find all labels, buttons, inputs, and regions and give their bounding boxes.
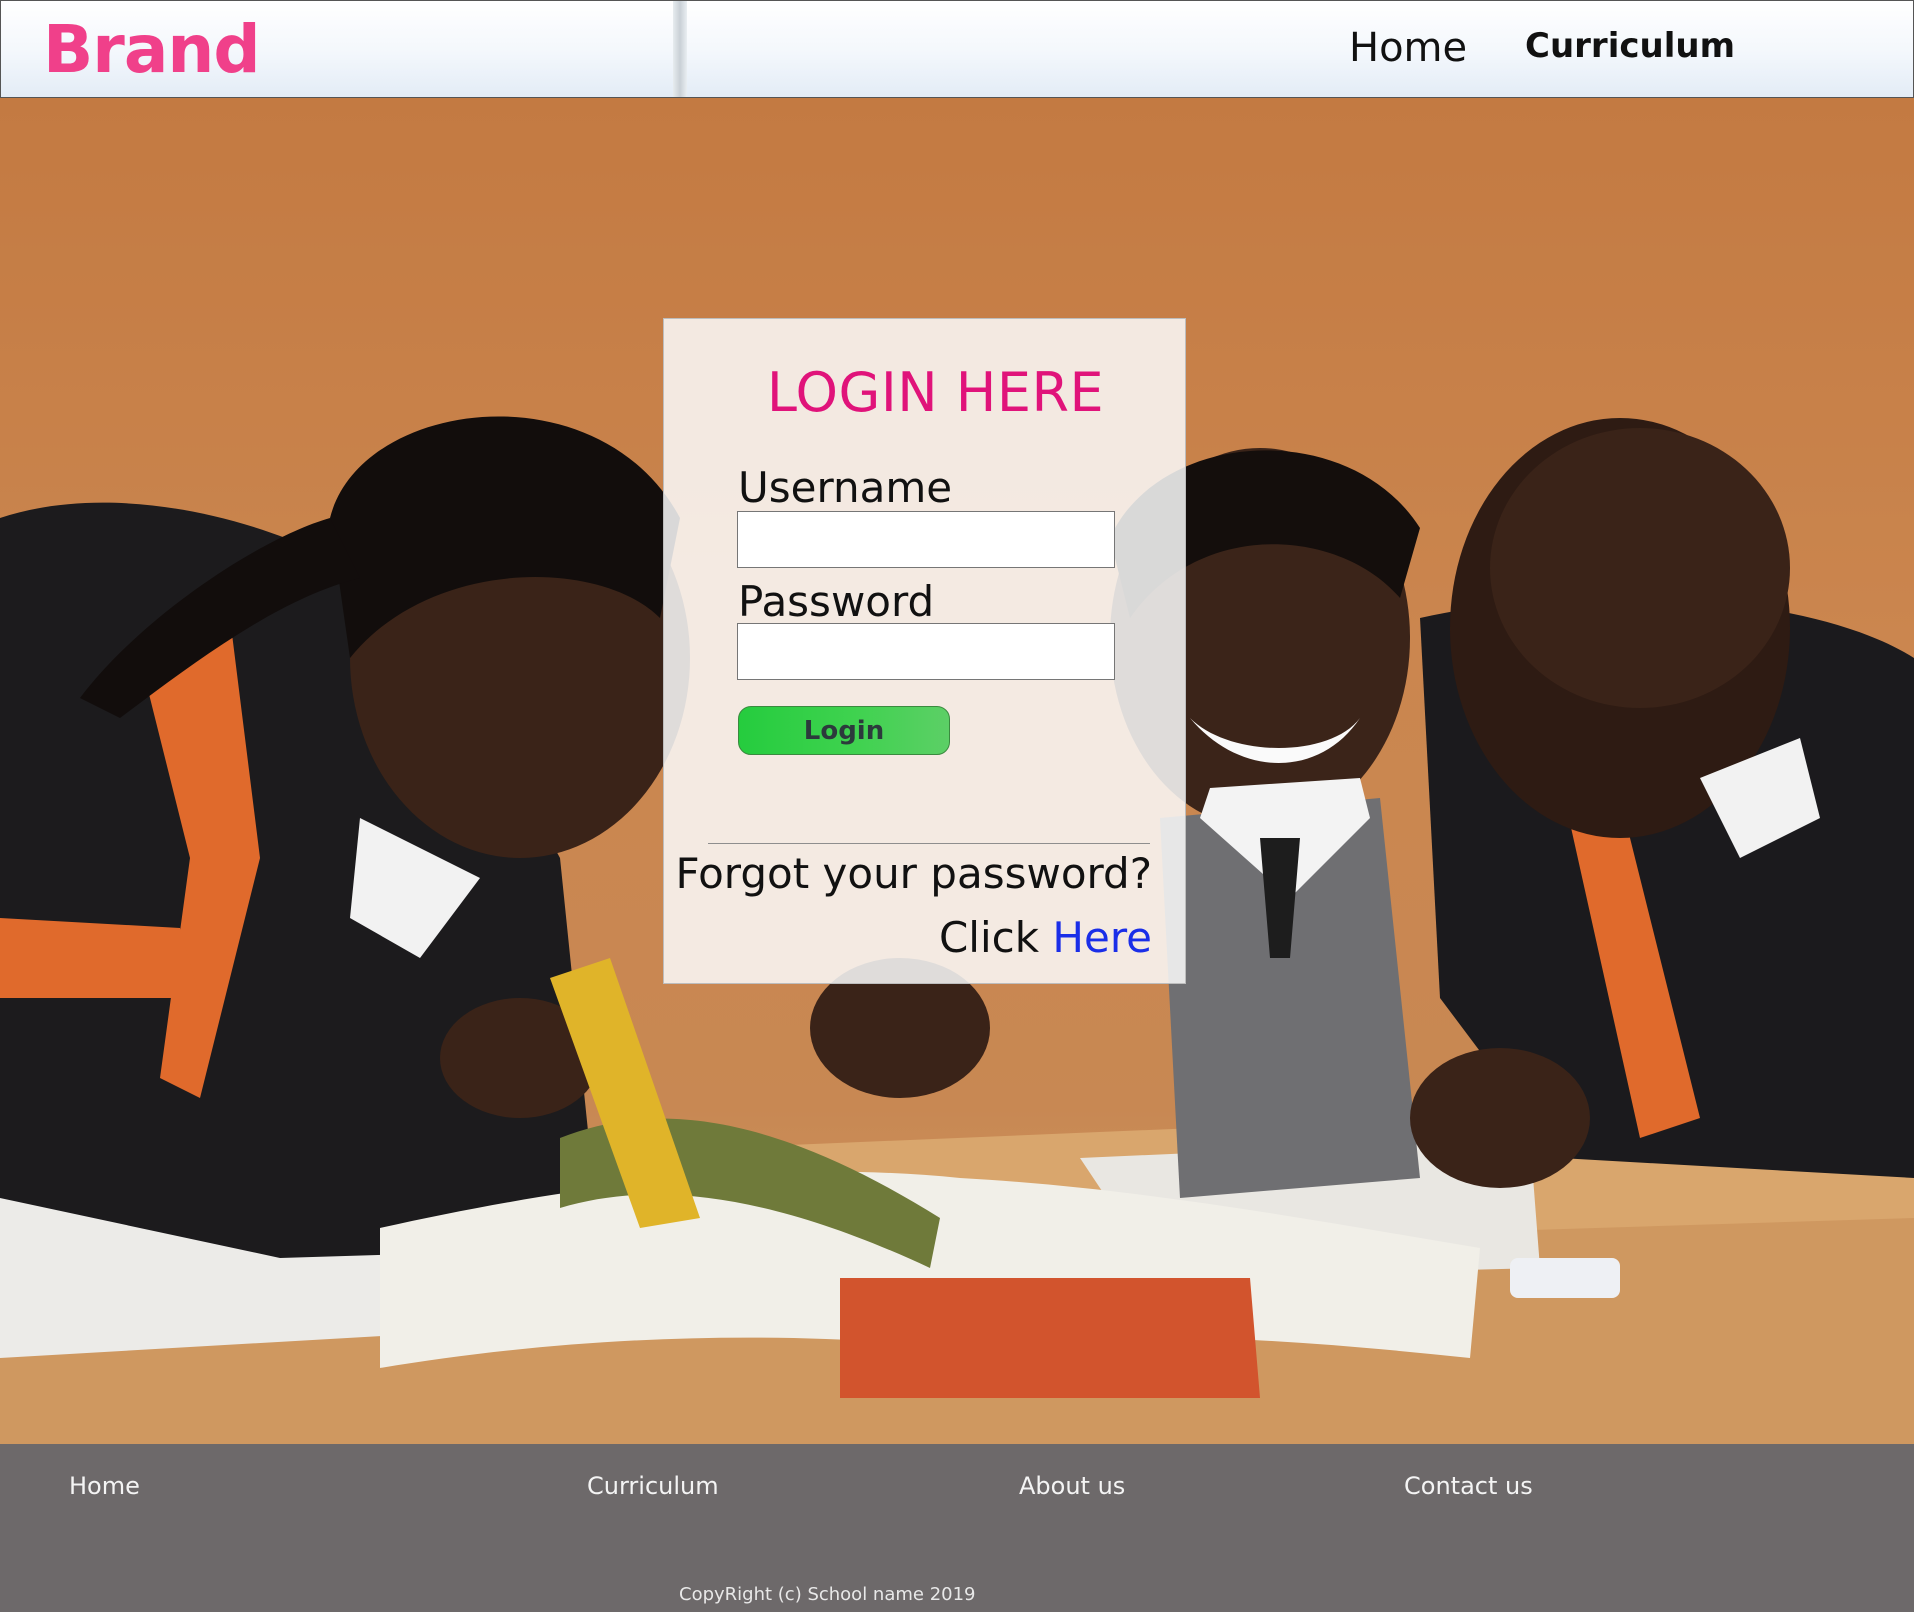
- footer-link-curriculum[interactable]: Curriculum: [587, 1472, 719, 1500]
- username-input[interactable]: [737, 511, 1115, 568]
- header-background-decoration: [673, 1, 687, 97]
- footer: Home Curriculum About us Contact us Copy…: [0, 1444, 1914, 1612]
- login-title: LOGIN HERE: [766, 361, 1105, 424]
- nav-link-home[interactable]: Home: [1349, 25, 1467, 71]
- brand-logo[interactable]: Brand: [43, 11, 261, 88]
- click-text: Click: [938, 913, 1040, 962]
- footer-link-about-us[interactable]: About us: [1019, 1472, 1125, 1500]
- login-card: LOGIN HERE Username Password Login Forgo…: [663, 318, 1186, 984]
- reset-password-link[interactable]: Here: [1052, 913, 1152, 962]
- password-label: Password: [738, 577, 935, 626]
- top-navbar: Brand Home Curriculum: [0, 0, 1914, 98]
- page: Brand Home Curriculum LOGIN HERE Usernam…: [0, 0, 1914, 1612]
- forgot-password-text: Forgot your password?: [675, 849, 1152, 898]
- reset-password-line: Click Here: [939, 913, 1152, 962]
- login-button[interactable]: Login: [738, 706, 950, 755]
- password-input[interactable]: [737, 623, 1115, 680]
- username-label: Username: [738, 463, 953, 512]
- divider: [708, 843, 1150, 844]
- footer-link-contact-us[interactable]: Contact us: [1404, 1472, 1533, 1500]
- nav-link-curriculum[interactable]: Curriculum: [1525, 26, 1735, 66]
- copyright-text: CopyRight (c) School name 2019: [679, 1584, 976, 1605]
- footer-link-home[interactable]: Home: [69, 1472, 140, 1500]
